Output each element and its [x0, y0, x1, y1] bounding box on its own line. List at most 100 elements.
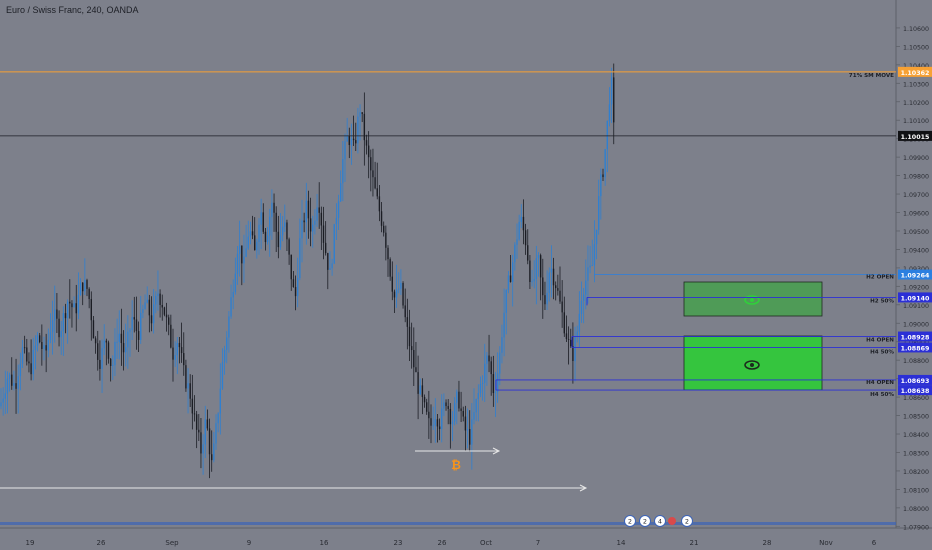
candle-body	[97, 343, 99, 360]
candle-body	[180, 347, 183, 354]
candle-body	[475, 399, 477, 413]
candle-body	[385, 232, 387, 248]
candle-body	[238, 245, 241, 254]
x-tick-label: 26	[438, 539, 447, 547]
candle-body	[204, 419, 206, 445]
candle-body	[206, 419, 209, 429]
y-tick-label: 1.08300	[903, 450, 929, 457]
candle-body	[318, 207, 320, 213]
candle-body	[486, 355, 488, 364]
candle-body	[509, 275, 512, 282]
candle-body	[260, 212, 262, 225]
y-tick-label: 1.09500	[903, 229, 929, 236]
price-tag-label: 1.08869	[901, 345, 930, 352]
candle-body	[75, 303, 77, 314]
candle-body	[99, 359, 101, 369]
candle-body	[499, 352, 501, 374]
candle-body	[243, 256, 245, 264]
y-tick-label: 1.10100	[903, 118, 929, 125]
candle-body	[103, 340, 105, 349]
candle-body	[342, 159, 344, 184]
candle-body	[168, 317, 170, 325]
candle-body	[183, 353, 185, 366]
x-tick-label: 28	[763, 539, 772, 547]
candle-body	[413, 350, 415, 368]
candle-body	[520, 216, 522, 222]
short-arrow[interactable]	[415, 447, 501, 455]
candle-body	[352, 138, 355, 141]
time-axis[interactable]: 19 26 Sep 9 16 23 26 Oct 7 14 21 28 Nov 6	[26, 539, 877, 547]
candle-body	[230, 297, 232, 317]
y-tick-label: 1.08800	[903, 358, 929, 365]
candle-body	[129, 329, 131, 332]
event-flag-icon[interactable]	[668, 517, 676, 525]
candle-body	[417, 372, 419, 394]
price-tag-label: 1.10015	[901, 134, 930, 141]
candle-body	[580, 300, 583, 314]
candle-body	[570, 339, 572, 347]
candle-body	[309, 218, 312, 232]
x-tick-label: 14	[617, 539, 626, 547]
candle-body	[60, 331, 62, 338]
long-arrow[interactable]	[0, 484, 588, 492]
candle-body	[539, 255, 542, 278]
candle-body	[155, 295, 157, 305]
candle-body	[490, 361, 492, 375]
candle-body	[585, 280, 587, 295]
candle-body	[215, 423, 217, 444]
level-label: H2 50%	[870, 298, 894, 304]
candle-body	[436, 419, 439, 427]
candle-body	[157, 293, 159, 296]
event-badge-count: 2	[685, 518, 689, 526]
candle-body	[426, 402, 428, 412]
candle-body	[163, 307, 166, 315]
candle-body	[518, 221, 520, 240]
candle-body	[387, 247, 389, 260]
candle-body	[516, 239, 518, 245]
candle-body	[88, 288, 90, 300]
candle-body	[36, 335, 39, 346]
candle-body	[533, 278, 535, 282]
price-tag-label: 1.08638	[901, 388, 930, 395]
candle-body	[449, 408, 452, 425]
y-tick-label: 1.09400	[903, 247, 929, 254]
candle-body	[107, 342, 110, 359]
candle-body	[226, 337, 228, 350]
candle-body	[140, 312, 142, 340]
candle-body	[376, 188, 378, 197]
candle-body	[112, 365, 114, 366]
candle-body	[221, 362, 224, 389]
bitcoin-icon[interactable]: ₿	[451, 458, 461, 472]
candle-body	[359, 112, 361, 117]
candle-body	[45, 345, 47, 351]
candle-body	[185, 365, 187, 389]
candle-body	[537, 255, 540, 259]
price-tag-label: 1.10362	[901, 70, 930, 77]
x-tick-label: 21	[690, 539, 699, 547]
candle-body	[557, 288, 559, 291]
candle-body	[2, 398, 4, 403]
candle-body	[146, 299, 148, 303]
candle-body	[524, 230, 527, 246]
candle-body	[372, 170, 374, 178]
y-tick-label: 1.09600	[903, 211, 929, 218]
y-tick-label: 1.08400	[903, 432, 929, 439]
candle-body	[211, 454, 213, 461]
candle-body	[324, 242, 327, 254]
candle-body	[90, 299, 92, 321]
candle-body	[135, 319, 138, 332]
candle-body	[548, 272, 550, 293]
candle-body	[249, 231, 252, 237]
candles	[0, 63, 615, 479]
candle-body	[288, 239, 290, 255]
candle-body	[77, 294, 80, 314]
price-chart[interactable]: 71% SM MOVE H2 OPEN H2 50% H4 OPEN H4 50% H4 …	[0, 0, 932, 550]
candle-body	[71, 303, 73, 308]
candle-body	[340, 183, 342, 202]
candle-body	[488, 355, 490, 362]
h4-zone-box[interactable]	[683, 335, 823, 391]
candle-body	[419, 385, 421, 394]
candle-body	[380, 211, 383, 226]
candle-body	[408, 326, 411, 347]
candle-body	[469, 429, 471, 445]
